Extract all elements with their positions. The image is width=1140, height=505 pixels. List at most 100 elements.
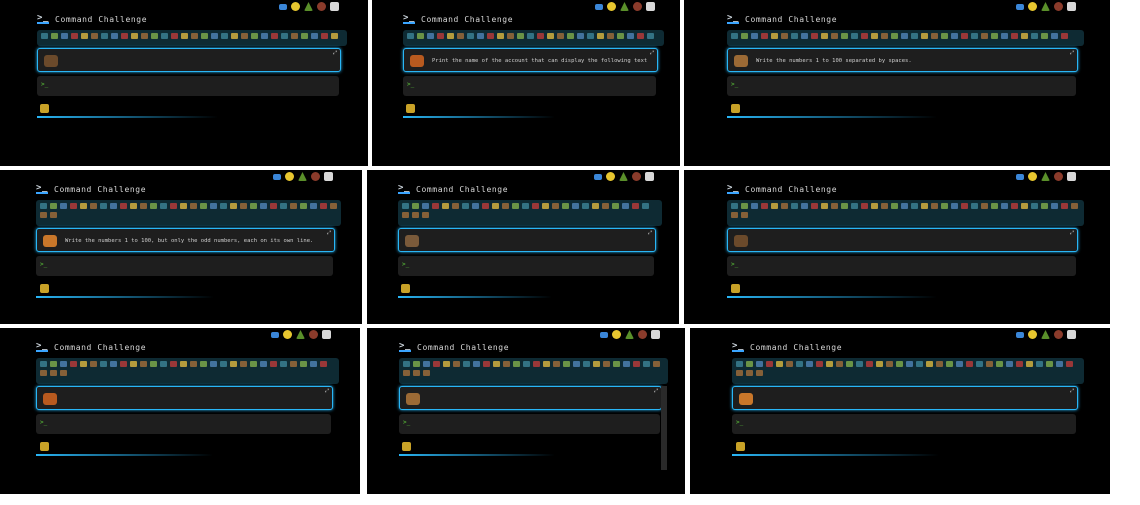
avatar-icon[interactable] [1054, 330, 1063, 339]
tree-icon[interactable] [619, 172, 628, 181]
challenge-button[interactable] [617, 33, 624, 39]
challenge-button[interactable] [60, 203, 67, 209]
challenge-button[interactable] [1011, 203, 1018, 209]
challenge-button[interactable] [746, 370, 753, 376]
challenge-button[interactable] [170, 203, 177, 209]
challenge-button[interactable] [210, 361, 217, 367]
challenge-button[interactable] [821, 203, 828, 209]
challenge-button[interactable] [562, 203, 569, 209]
challenge-button[interactable] [201, 33, 208, 39]
challenge-button[interactable] [961, 203, 968, 209]
nav-icon[interactable] [600, 331, 608, 338]
challenge-button[interactable] [507, 33, 514, 39]
challenge-button[interactable] [916, 361, 923, 367]
challenge-button[interactable] [70, 361, 77, 367]
challenge-button[interactable] [101, 33, 108, 39]
challenge-button[interactable] [413, 361, 420, 367]
challenge-button[interactable] [503, 361, 510, 367]
command-input[interactable]: >_ [398, 256, 654, 276]
mascot-icon[interactable] [283, 330, 292, 339]
challenge-button[interactable] [311, 33, 318, 39]
challenge-button[interactable] [211, 33, 218, 39]
challenge-button[interactable] [936, 361, 943, 367]
challenge-button[interactable] [230, 203, 237, 209]
challenge-button[interactable] [422, 212, 429, 218]
challenge-button[interactable] [1001, 33, 1008, 39]
challenge-button[interactable] [573, 361, 580, 367]
challenge-button[interactable] [831, 203, 838, 209]
challenge-button[interactable] [552, 203, 559, 209]
challenge-button[interactable] [577, 33, 584, 39]
menu-icon[interactable] [322, 330, 331, 339]
challenge-button[interactable] [986, 361, 993, 367]
challenge-button[interactable] [330, 203, 337, 209]
challenge-button[interactable] [632, 203, 639, 209]
challenge-button[interactable] [826, 361, 833, 367]
challenge-button[interactable] [310, 203, 317, 209]
challenge-button[interactable] [1011, 33, 1018, 39]
avatar-icon[interactable] [1054, 172, 1063, 181]
challenge-button[interactable] [453, 361, 460, 367]
challenge-button[interactable] [403, 361, 410, 367]
challenge-button[interactable] [796, 361, 803, 367]
mascot-icon[interactable] [1028, 172, 1037, 181]
challenge-button[interactable] [756, 361, 763, 367]
pin-icon[interactable]: ⤢ [1070, 50, 1074, 56]
challenge-button[interactable] [51, 33, 58, 39]
challenge-button[interactable] [966, 361, 973, 367]
challenge-button[interactable] [150, 361, 157, 367]
challenge-button[interactable] [200, 361, 207, 367]
challenge-button[interactable] [741, 203, 748, 209]
challenge-button[interactable] [90, 361, 97, 367]
challenge-button[interactable] [607, 33, 614, 39]
challenge-button[interactable] [603, 361, 610, 367]
challenge-button[interactable] [806, 361, 813, 367]
challenge-button[interactable] [816, 361, 823, 367]
challenge-button[interactable] [642, 203, 649, 209]
challenge-button[interactable] [941, 203, 948, 209]
challenge-button[interactable] [473, 361, 480, 367]
challenge-button[interactable] [513, 361, 520, 367]
scrollbar[interactable] [661, 386, 667, 470]
challenge-button[interactable] [851, 33, 858, 39]
challenge-button[interactable] [951, 33, 958, 39]
challenge-button[interactable] [761, 203, 768, 209]
challenge-button[interactable] [402, 203, 409, 209]
challenge-button[interactable] [1041, 33, 1048, 39]
mascot-icon[interactable] [1028, 2, 1037, 11]
challenge-button[interactable] [270, 203, 277, 209]
challenge-button[interactable] [746, 361, 753, 367]
challenge-button[interactable] [160, 203, 167, 209]
challenge-button[interactable] [150, 203, 157, 209]
challenge-button[interactable] [60, 370, 67, 376]
challenge-button[interactable] [413, 370, 420, 376]
challenge-button[interactable] [171, 33, 178, 39]
challenge-button[interactable] [50, 203, 57, 209]
challenge-button[interactable] [1061, 203, 1068, 209]
challenge-button[interactable] [791, 203, 798, 209]
challenge-button[interactable] [427, 33, 434, 39]
challenge-button[interactable] [537, 33, 544, 39]
challenge-button[interactable] [846, 361, 853, 367]
nav-icon[interactable] [1016, 3, 1024, 10]
challenge-button[interactable] [472, 203, 479, 209]
challenge-button[interactable] [766, 361, 773, 367]
challenge-button[interactable] [463, 361, 470, 367]
challenge-button[interactable] [443, 361, 450, 367]
tree-icon[interactable] [298, 172, 307, 181]
challenge-button[interactable] [543, 361, 550, 367]
challenge-button[interactable] [140, 203, 147, 209]
challenge-button[interactable] [951, 203, 958, 209]
pin-icon[interactable]: ⤢ [650, 50, 654, 56]
challenge-button[interactable] [121, 33, 128, 39]
challenge-button[interactable] [841, 203, 848, 209]
challenge-button[interactable] [60, 361, 67, 367]
challenge-button[interactable] [991, 33, 998, 39]
challenge-button[interactable] [771, 203, 778, 209]
challenge-button[interactable] [736, 370, 743, 376]
challenge-button[interactable] [131, 33, 138, 39]
challenge-button[interactable] [180, 203, 187, 209]
challenge-button[interactable] [523, 361, 530, 367]
challenge-button[interactable] [301, 33, 308, 39]
mascot-icon[interactable] [291, 2, 300, 11]
